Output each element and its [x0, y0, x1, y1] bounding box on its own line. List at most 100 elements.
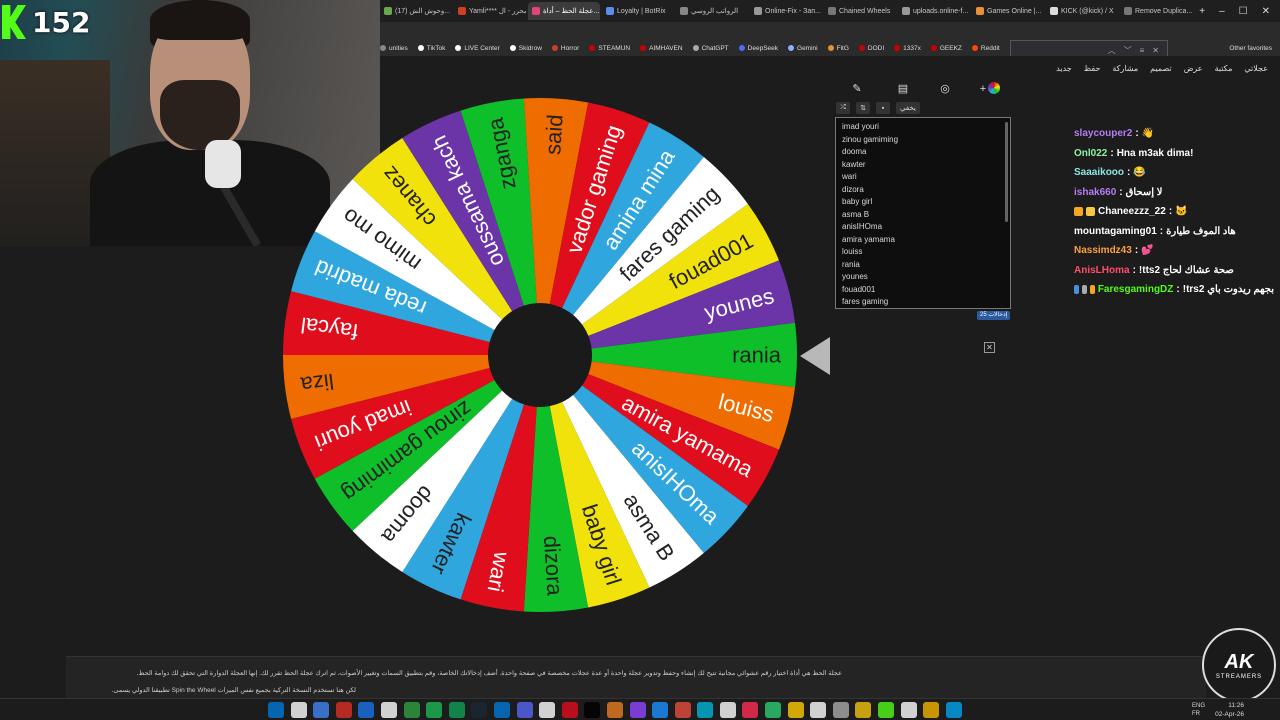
site-menu-item[interactable]: جديد: [1056, 64, 1072, 73]
entries-scrollbar[interactable]: [1005, 122, 1008, 222]
taskbar-app-icon[interactable]: [652, 702, 669, 718]
taskbar-app-icon[interactable]: [900, 702, 917, 718]
taskbar-app-icon[interactable]: [810, 702, 827, 718]
taskbar-app-icon[interactable]: [471, 702, 488, 718]
taskbar-app-icon[interactable]: [448, 702, 465, 718]
language-indicator[interactable]: ENG FR: [1192, 702, 1205, 718]
site-menu-item[interactable]: مشاركة: [1112, 64, 1138, 73]
taskbar-app-icon[interactable]: [380, 702, 397, 718]
clipboard-icon[interactable]: ▤: [896, 82, 910, 96]
hide-icon[interactable]: ◎: [938, 82, 952, 96]
find-menu-icon[interactable]: ≡: [1140, 46, 1145, 55]
chat-message: AnisLHoma : !tts2 صحة عشاك لحاج: [1074, 261, 1274, 281]
bookmark-item[interactable]: DODI: [858, 45, 884, 52]
taskbar-app-icon[interactable]: [697, 702, 714, 718]
clock[interactable]: 11:26 02-Apr-26: [1215, 701, 1244, 719]
screen: (17) وحوش الش... Yamli**** محرر - ال... عج…: [0, 0, 1280, 720]
taskbar-app-icon[interactable]: [855, 702, 872, 718]
taskbar-app-icon[interactable]: [945, 702, 962, 718]
wheel-center[interactable]: [488, 303, 592, 407]
taskbar-app-icon[interactable]: [358, 702, 375, 718]
browser-tab[interactable]: Remove Duplica...: [1120, 2, 1192, 20]
taskbar-app-icon[interactable]: [290, 702, 307, 718]
taskbar-app-icon[interactable]: [516, 702, 533, 718]
site-menu-item[interactable]: حفظ: [1084, 64, 1101, 73]
bookmark-label: DeepSeek: [747, 44, 779, 52]
lock-button[interactable]: ▪: [876, 102, 890, 114]
entry-line: amira yamama: [842, 234, 895, 244]
theme-icon[interactable]: [988, 82, 1000, 94]
bookmark-item[interactable]: AIMHAVEN: [640, 45, 683, 52]
taskbar-app-icon[interactable]: [878, 702, 895, 718]
sort-button[interactable]: ⇅: [856, 102, 870, 114]
taskbar-app-icon[interactable]: [787, 702, 804, 718]
close-icon[interactable]: ✕: [1262, 6, 1270, 17]
hide-entries-button[interactable]: يخفي: [896, 102, 920, 114]
chat-message: FaresgamingDZ : !trs2 بجهم ريدوت باي: [1074, 280, 1274, 300]
site-menu-item[interactable]: عجلاتي: [1244, 64, 1268, 73]
browser-tab[interactable]: Games Online |...: [972, 2, 1044, 20]
pencil-icon[interactable]: ✎: [850, 82, 864, 96]
site-menu-item[interactable]: تصميم: [1150, 64, 1172, 73]
taskbar-app-icon[interactable]: [313, 702, 330, 718]
taskbar-app-icon[interactable]: [629, 702, 646, 718]
bookmark-item[interactable]: Gemini: [788, 45, 818, 52]
browser-tab[interactable]: Loyalty | BotRix: [602, 2, 674, 20]
footer-note: لكن هنا تستخدم النسخة التركية بجميع نفس …: [111, 687, 356, 694]
taskbar-app-icon[interactable]: [539, 702, 556, 718]
taskbar-app-icon[interactable]: [561, 702, 578, 718]
browser-tab[interactable]: عجلة الحظ – أداة...: [528, 2, 600, 20]
site-menu-item[interactable]: مكتبة: [1215, 64, 1233, 73]
browser-tab[interactable]: KICK (@kick) / X: [1046, 2, 1118, 20]
taskbar-app-icon[interactable]: [742, 702, 759, 718]
bookmark-item[interactable]: DeepSeek: [738, 44, 779, 52]
find-down-icon[interactable]: ﹀: [1124, 45, 1132, 56]
bookmark-label: 1337x: [903, 44, 921, 52]
taskbar-app-icon[interactable]: [584, 702, 601, 718]
taskbar-app-icon[interactable]: [426, 702, 443, 718]
browser-tab[interactable]: (17) وحوش الش...: [380, 2, 452, 20]
entries-textarea[interactable]: imad youri zinou gamiming dooma kawter wari d…: [835, 117, 1011, 309]
bookmark-item[interactable]: Reddit: [971, 45, 1000, 52]
bookmark-item[interactable]: Horror: [551, 45, 579, 52]
minimize-icon[interactable]: –: [1219, 6, 1225, 17]
find-close-icon[interactable]: ✕: [1152, 46, 1159, 55]
browser-tab[interactable]: uploads.online-f...: [898, 2, 970, 20]
bookmark-item[interactable]: Skidrow: [509, 45, 542, 52]
taskbar-app-icon[interactable]: [268, 702, 284, 718]
site-menu-item[interactable]: عرض: [1184, 64, 1203, 73]
taskbar-app-icon[interactable]: [403, 702, 420, 718]
kick-logo-icon: [2, 5, 26, 39]
other-favorites[interactable]: Other favorites: [1229, 45, 1272, 52]
chat-badge-icon: [1089, 285, 1095, 295]
browser-tab[interactable]: Online-Fix - Зап...: [750, 2, 822, 20]
spin-wheel[interactable]: ranialouissamira yamamaanisIHOmaasma Bba…: [280, 95, 800, 615]
bookmark-item[interactable]: LIVE Center: [455, 45, 500, 52]
find-up-icon[interactable]: ︿: [1108, 45, 1116, 56]
taskbar-app-icon[interactable]: [719, 702, 736, 718]
browser-tab[interactable]: Yamli**** محرر - ال...: [454, 2, 526, 20]
bookmark-item[interactable]: ChatGPT: [692, 45, 729, 52]
browser-tab[interactable]: الرواتب الروسي: [676, 2, 748, 20]
bookmark-item[interactable]: unities: [380, 45, 408, 52]
taskbar-app-icon[interactable]: [674, 702, 691, 718]
taskbar-app-icon[interactable]: [923, 702, 940, 718]
browser-tab[interactable]: Chained Wheels: [824, 2, 896, 20]
bookmark-item[interactable]: STEAMUN: [589, 45, 630, 52]
new-tab-icon[interactable]: +: [1199, 6, 1205, 17]
bookmark-item[interactable]: GEEKZ: [930, 45, 962, 52]
close-results-icon[interactable]: ✕: [984, 342, 995, 353]
chat-username: Saaaikooo: [1074, 167, 1125, 179]
bookmark-item[interactable]: TikTok: [417, 45, 445, 52]
taskbar-app-icon[interactable]: [335, 702, 352, 718]
taskbar-app-icon[interactable]: [765, 702, 782, 718]
taskbar-app-icon[interactable]: [832, 702, 849, 718]
tab-favicon-icon: [902, 7, 910, 15]
taskbar-app-icon[interactable]: [493, 702, 510, 718]
shuffle-button[interactable]: ⤮: [836, 102, 850, 114]
address-bar[interactable]: [380, 22, 1280, 40]
maximize-icon[interactable]: ☐: [1239, 6, 1248, 17]
taskbar-app-icon[interactable]: [606, 702, 623, 718]
bookmark-item[interactable]: FitG: [827, 45, 849, 52]
bookmark-item[interactable]: 1337x: [894, 45, 921, 52]
